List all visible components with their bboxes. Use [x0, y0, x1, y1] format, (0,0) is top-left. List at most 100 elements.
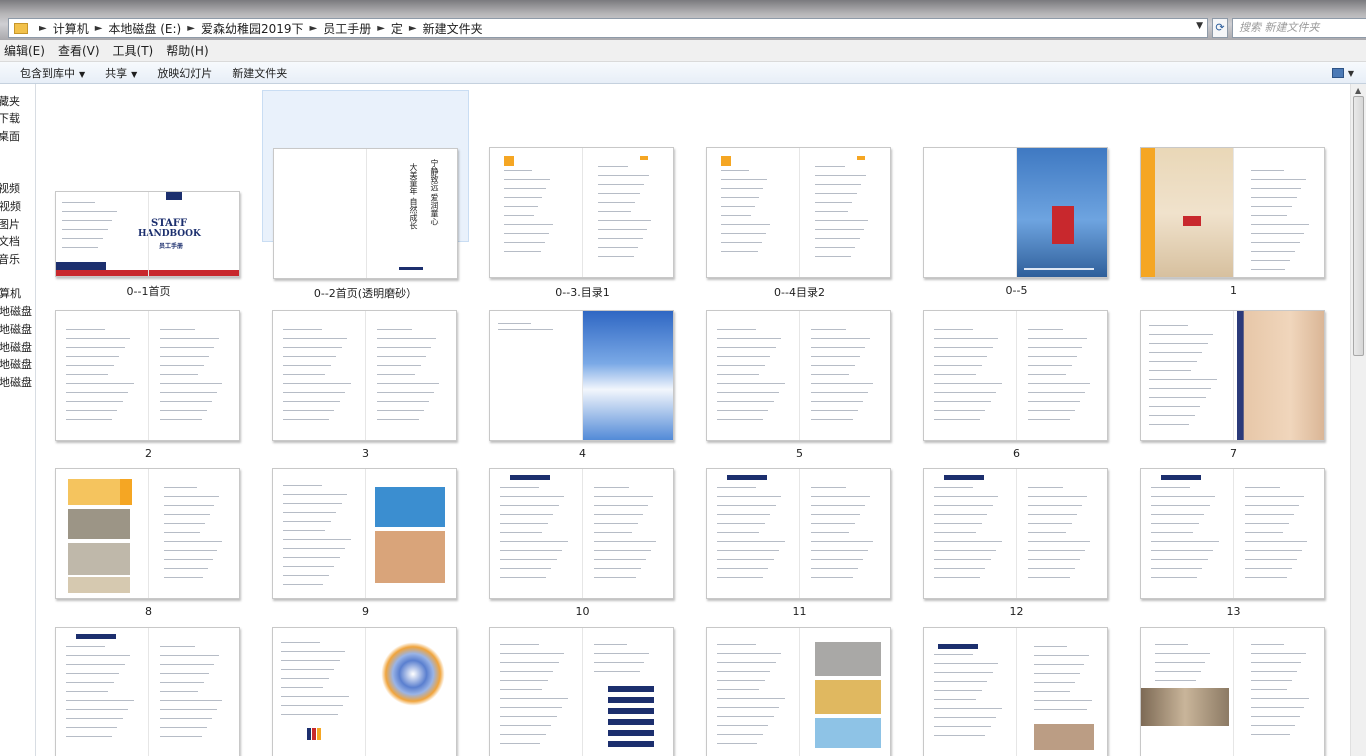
text-line — [717, 559, 774, 560]
text-line — [283, 575, 329, 576]
nav-drive-2[interactable]: 本地磁盘 ( — [0, 321, 35, 337]
file-item[interactable]: 2 — [45, 300, 252, 460]
history-dropdown-icon[interactable]: ▼ — [1196, 21, 1203, 31]
menu-edit[interactable]: 编辑(E) — [4, 42, 45, 59]
file-item[interactable]: STAFF HANDBOOK 员工手册 0--1首页 — [45, 90, 252, 298]
nav-pictures[interactable]: 图片 — [0, 216, 20, 232]
file-item[interactable]: 1 — [1130, 90, 1337, 297]
text-line — [283, 347, 342, 348]
nav-drive-1[interactable]: 本地磁盘 ( — [0, 303, 35, 319]
file-item[interactable]: 8 — [45, 458, 252, 618]
file-item[interactable]: 0--4目录2 — [696, 90, 903, 299]
text-line — [721, 170, 749, 171]
text-line — [281, 678, 329, 679]
text-line — [66, 356, 120, 357]
file-item[interactable] — [45, 617, 252, 756]
file-item[interactable]: 4 — [479, 300, 686, 460]
text-line — [594, 559, 646, 560]
new-folder-button[interactable]: 新建文件夹 — [232, 65, 287, 81]
file-item[interactable]: 7 — [1130, 300, 1337, 460]
file-item[interactable]: STUDY ABROAD — [1130, 617, 1337, 756]
text-line — [164, 487, 197, 488]
nav-music[interactable]: 音乐 — [0, 251, 20, 267]
menu-view[interactable]: 查看(V) — [58, 42, 100, 59]
nav-drive-3[interactable]: 本地磁盘 ( — [0, 339, 35, 355]
file-item[interactable] — [262, 617, 469, 756]
nav-documents[interactable]: 文档 — [0, 233, 20, 249]
page-spread-fold — [364, 311, 366, 440]
change-view-button[interactable]: ▼ — [1332, 66, 1354, 79]
breadcrumb-computer[interactable]: 计算机 — [53, 20, 89, 37]
text-line — [504, 206, 538, 207]
file-thumbnail — [272, 310, 457, 441]
file-name: 0--2首页(透明磨砂） — [313, 287, 418, 300]
nav-favorites[interactable]: 藏夹 — [0, 93, 20, 109]
breadcrumb-new-folder[interactable]: 新建文件夹 — [423, 20, 483, 37]
text-line — [500, 523, 548, 524]
file-item[interactable]: 0--5 — [913, 90, 1120, 297]
file-item[interactable]: 10 — [479, 458, 686, 618]
text-line — [164, 505, 215, 506]
breadcrumb-drive-e[interactable]: 本地磁盘 (E:) — [108, 20, 181, 37]
file-item[interactable]: 5 — [696, 300, 903, 460]
file-thumbnail — [489, 310, 674, 441]
text-line — [160, 401, 212, 402]
address-bar-area: ► 计算机 ► 本地磁盘 (E:) ► 爱森幼稚园2019下 ► 员工手册 ► … — [0, 0, 1366, 40]
text-line — [1251, 644, 1284, 645]
breadcrumb-handbook[interactable]: 员工手册 — [323, 20, 371, 37]
file-thumbnail — [923, 627, 1108, 756]
file-item[interactable]: 0--3.目录1 — [479, 90, 686, 299]
text-line — [815, 229, 864, 230]
dropdown-arrow-icon: ▼ — [79, 69, 86, 79]
text-line — [1245, 523, 1289, 524]
share-button[interactable]: 共享 ▼ — [105, 65, 137, 81]
text-line — [717, 392, 780, 393]
text-line — [811, 374, 850, 375]
text-line — [1028, 496, 1087, 497]
vertical-scrollbar[interactable]: ▲ — [1350, 84, 1366, 756]
menu-tools[interactable]: 工具(T) — [113, 42, 154, 59]
file-thumbnail: STAFF HANDBOOK 员工手册 — [55, 191, 240, 277]
chevron-right-icon: ► — [39, 22, 47, 34]
refresh-icon[interactable]: ⟳ — [1212, 18, 1228, 38]
scrollbar-thumb[interactable] — [1353, 96, 1364, 356]
nav-computer[interactable]: 计算机 — [0, 285, 21, 301]
text-line — [281, 705, 344, 706]
nav-videos[interactable]: 视频 — [0, 180, 20, 196]
file-item[interactable] — [696, 617, 903, 756]
file-item[interactable]: 12 — [913, 458, 1120, 618]
text-line — [1151, 496, 1216, 497]
text-line — [717, 725, 769, 726]
text-line — [1251, 671, 1297, 672]
file-item[interactable]: 3 — [262, 300, 469, 460]
text-line — [811, 347, 865, 348]
breadcrumb-final[interactable]: 定 — [391, 20, 403, 37]
menu-help[interactable]: 帮助(H) — [166, 42, 208, 59]
file-item[interactable]: 11 — [696, 458, 903, 618]
text-line — [717, 347, 776, 348]
file-item[interactable]: 9 — [262, 458, 469, 618]
text-line — [1028, 410, 1075, 411]
address-bar[interactable]: ► 计算机 ► 本地磁盘 (E:) ► 爱森幼稚园2019下 ► 员工手册 ► … — [8, 18, 1208, 38]
slideshow-button[interactable]: 放映幻灯片 — [157, 65, 212, 81]
file-item[interactable]: 6 — [913, 300, 1120, 460]
photo-staff — [68, 543, 130, 575]
breadcrumb-school[interactable]: 爱森幼稚园2019下 — [201, 20, 304, 37]
nav-downloads[interactable]: 下载 — [0, 110, 20, 126]
file-item[interactable]: 13 — [1130, 458, 1337, 618]
nav-drive-4[interactable]: 本地磁盘 ( — [0, 356, 35, 372]
file-thumbnail — [706, 310, 891, 441]
view-icon — [1332, 68, 1345, 78]
nav-desktop[interactable]: 桌面 — [0, 128, 20, 144]
text-line — [1251, 206, 1292, 207]
file-item[interactable] — [479, 617, 686, 756]
search-input[interactable]: 搜索 新建文件夹 — [1232, 18, 1366, 38]
nav-drive-5[interactable]: 本地磁盘 ( — [0, 374, 35, 390]
file-item[interactable] — [913, 617, 1120, 756]
text-line — [811, 568, 858, 569]
scroll-up-icon[interactable]: ▲ — [1355, 86, 1361, 95]
nav-xunlei-videos[interactable]: 迅视频 — [0, 198, 21, 214]
text-line — [594, 532, 633, 533]
include-in-library-button[interactable]: 包含到库中 ▼ — [20, 65, 85, 81]
file-item[interactable]: 宁静致远 爱润童心 大美童年 自然成长 0--2首页(透明磨砂） — [262, 90, 469, 300]
